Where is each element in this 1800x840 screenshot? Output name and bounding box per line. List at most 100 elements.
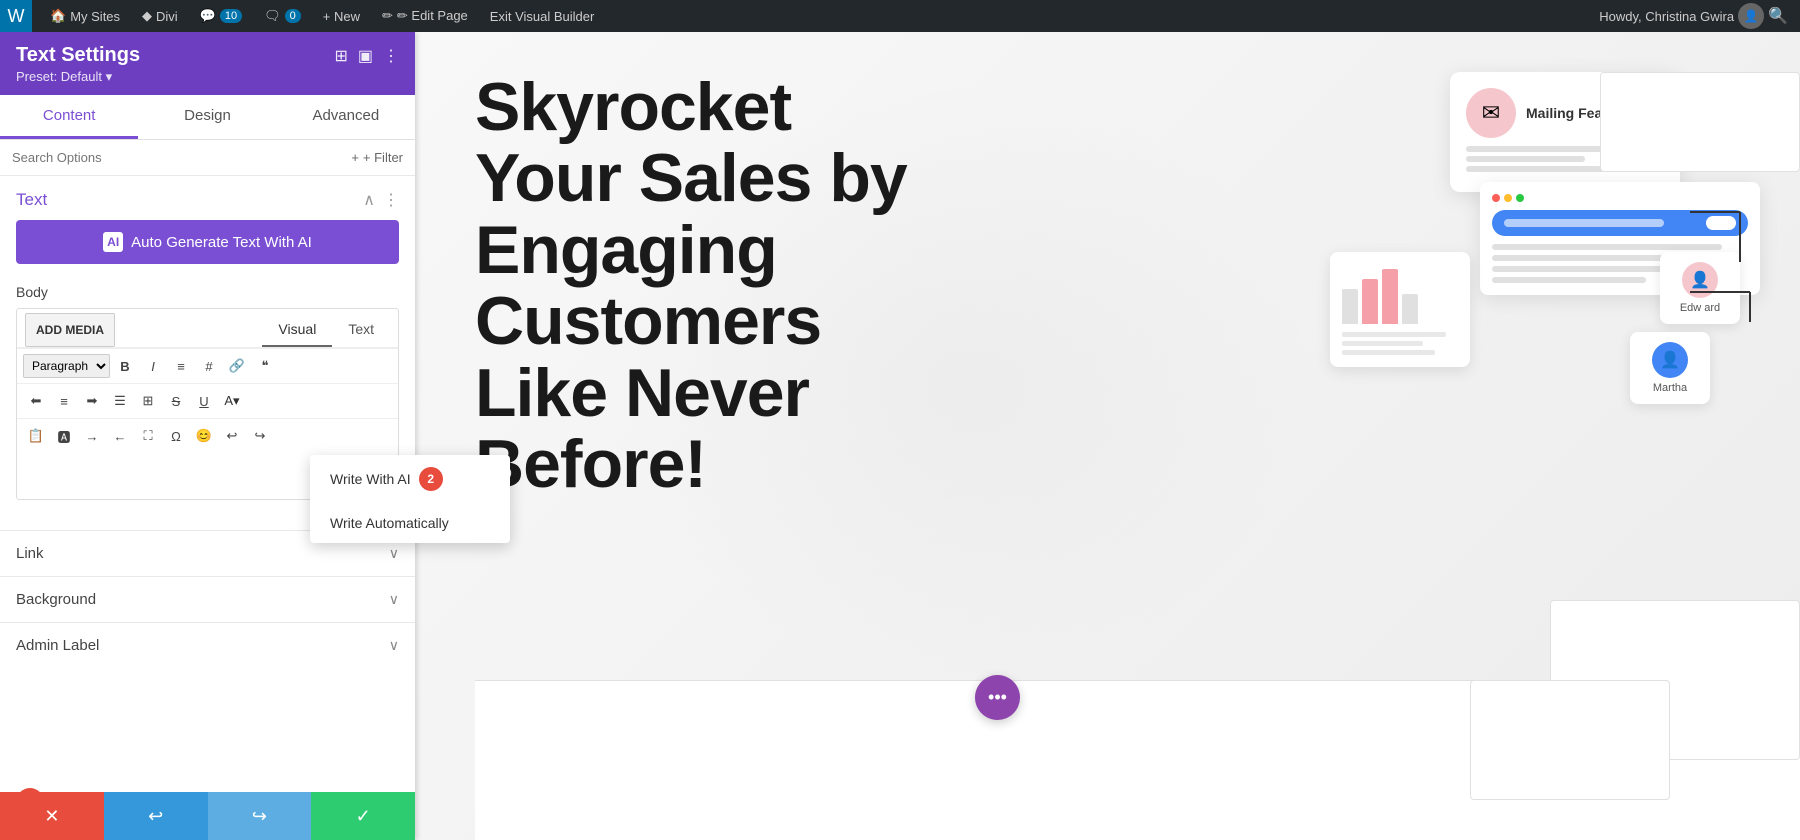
panel-icon-more[interactable]: ⋮: [383, 46, 399, 66]
admin-label-expand-icon: ∨: [389, 637, 399, 654]
filter-label: + Filter: [363, 150, 403, 165]
text-section-header: Text ∧ ⋮: [0, 176, 415, 220]
tab-design[interactable]: Design: [138, 95, 276, 139]
panel-search: + + Filter: [0, 140, 415, 176]
nav-exit-builder[interactable]: Exit Visual Builder: [480, 0, 605, 32]
format-row-3: 📋 🅰 → ← ⛶ Ω 😊 ↩ ↪: [17, 418, 398, 453]
right-deco-card-1: [1600, 72, 1800, 172]
redo-editor-button[interactable]: ↪: [247, 423, 273, 449]
top-nav-bar: W 🏠 My Sites ◆ Divi 💬 10 🗨 0 + New ✏ ✏ E…: [0, 0, 1800, 32]
strikethrough-button[interactable]: S: [163, 388, 189, 414]
body-label: Body: [0, 276, 415, 308]
write-with-ai-item[interactable]: Write With AI 2: [310, 455, 510, 503]
align-center-button[interactable]: ≡: [51, 388, 77, 414]
undo-editor-button[interactable]: ↩: [219, 423, 245, 449]
special-char-button[interactable]: Ω: [163, 423, 189, 449]
save-icon: ✓: [356, 806, 371, 827]
home-icon: 🏠: [50, 8, 66, 24]
bold-button[interactable]: B: [112, 353, 138, 379]
new-label: + New: [323, 9, 360, 24]
paragraph-select[interactable]: Paragraph: [23, 354, 110, 378]
text-settings-panel: Text Settings Preset: Default ▾ ⊞ ▣ ⋮ Co…: [0, 32, 415, 840]
text-color-button[interactable]: A▾: [219, 388, 245, 414]
unordered-list-button[interactable]: ≡: [168, 353, 194, 379]
underline-button[interactable]: U: [191, 388, 217, 414]
search-icon[interactable]: 🔍: [1768, 6, 1788, 26]
justify-button[interactable]: ☰: [107, 388, 133, 414]
tab-content[interactable]: Content: [0, 95, 138, 139]
write-with-ai-label: Write With AI: [330, 471, 411, 487]
panel-icon-screenshot[interactable]: ⊞: [334, 46, 347, 66]
add-media-button[interactable]: ADD MEDIA: [25, 313, 115, 347]
align-right-button[interactable]: ➡: [79, 388, 105, 414]
link-section-title: Link: [16, 545, 44, 562]
exit-builder-label: Exit Visual Builder: [490, 9, 595, 24]
my-sites-label: My Sites: [70, 9, 120, 24]
nav-new[interactable]: + New: [313, 0, 370, 32]
format-row-2: ⬅ ≡ ➡ ☰ ⊞ S U A▾: [17, 383, 398, 418]
outdent-button[interactable]: ←: [107, 423, 133, 449]
nav-bubbles[interactable]: 🗨 0: [254, 0, 311, 32]
italic-button[interactable]: I: [140, 353, 166, 379]
editor-tab-visual[interactable]: Visual: [262, 313, 332, 347]
table-button[interactable]: ⊞: [135, 388, 161, 414]
editor-tab-text[interactable]: Text: [332, 313, 390, 347]
purple-dots-button[interactable]: •••: [975, 675, 1020, 720]
text-section-title: Text: [16, 190, 47, 210]
user-greeting: Howdy, Christina Gwira: [1599, 9, 1734, 24]
redo-button[interactable]: ↪: [208, 792, 312, 840]
write-automatically-item[interactable]: Write Automatically: [310, 503, 510, 543]
link-button[interactable]: 🔗: [224, 353, 250, 379]
background-section-title: Background: [16, 591, 96, 608]
nav-my-sites[interactable]: 🏠 My Sites: [40, 0, 130, 32]
undo-button[interactable]: ↩: [104, 792, 208, 840]
clear-format-button[interactable]: 🅰: [51, 423, 77, 449]
paste-plain-button[interactable]: 📋: [23, 423, 49, 449]
indent-button[interactable]: →: [79, 423, 105, 449]
undo-icon: ↩: [148, 806, 163, 827]
align-left-button[interactable]: ⬅: [23, 388, 49, 414]
blockquote-button[interactable]: ❝: [252, 353, 278, 379]
cancel-button[interactable]: ✕: [0, 792, 104, 840]
tab-advanced[interactable]: Advanced: [277, 95, 415, 139]
link-section-header[interactable]: Link ∨: [16, 545, 399, 562]
collapse-icon[interactable]: ∧: [363, 190, 375, 210]
more-icon[interactable]: ⋮: [383, 190, 399, 210]
admin-label-section-header[interactable]: Admin Label ∨: [16, 637, 399, 654]
ai-popup-menu: Write With AI 2 Write Automatically: [310, 455, 510, 543]
edit-page-label: ✏ Edit Page: [397, 8, 468, 24]
divi-label: Divi: [156, 9, 178, 24]
mail-avatar-icon: ✉: [1466, 88, 1516, 138]
ordered-list-button[interactable]: #: [196, 353, 222, 379]
nav-comments[interactable]: 💬 10: [190, 0, 252, 32]
panel-header-controls: ⊞ ▣ ⋮: [334, 46, 399, 66]
emoji-button[interactable]: 😊: [191, 423, 217, 449]
comments-count: 10: [220, 9, 242, 23]
admin-label-title: Admin Label: [16, 637, 99, 654]
wordpress-logo-icon[interactable]: W: [0, 0, 32, 32]
connector-lines-svg: [1480, 132, 1760, 432]
panel-icon-expand[interactable]: ▣: [358, 46, 373, 66]
fullscreen-button[interactable]: ⛶: [135, 423, 161, 449]
cancel-icon: ✕: [44, 806, 59, 827]
background-expand-icon: ∨: [389, 591, 399, 608]
right-deco-card-3: [1470, 680, 1670, 800]
panel-preset[interactable]: Preset: Default ▾: [16, 69, 140, 85]
admin-label-section: Admin Label ∨: [0, 622, 415, 668]
search-input[interactable]: [12, 150, 343, 165]
ai-generate-button[interactable]: AI Auto Generate Text With AI: [16, 220, 399, 264]
link-expand-icon: ∨: [389, 545, 399, 562]
hero-title: Skyrocket Your Sales by Engaging Custome…: [475, 72, 915, 500]
main-content-area: Skyrocket Your Sales by Engaging Custome…: [415, 32, 1800, 840]
filter-button[interactable]: + + Filter: [351, 150, 403, 165]
bar-3: [1382, 269, 1398, 324]
step-2-indicator: 2: [419, 467, 443, 491]
text-section-controls: ∧ ⋮: [363, 190, 399, 210]
background-section-header[interactable]: Background ∨: [16, 591, 399, 608]
nav-divi[interactable]: ◆ Divi: [132, 0, 188, 32]
save-button[interactable]: ✓: [311, 792, 415, 840]
user-avatar[interactable]: 👤: [1738, 3, 1764, 29]
nav-edit-page[interactable]: ✏ ✏ Edit Page: [372, 0, 478, 32]
write-automatically-label: Write Automatically: [330, 515, 449, 531]
hero-section: Skyrocket Your Sales by Engaging Custome…: [475, 72, 915, 500]
